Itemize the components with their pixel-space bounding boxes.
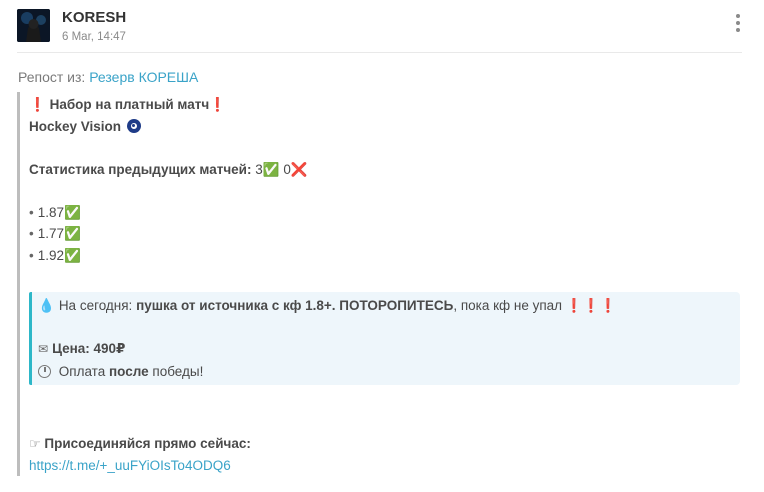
today-bold: пушка от источника с кф 1.8+. ПОТОРОПИТЕ… [136,298,454,313]
join-text: Присоединяйся прямо сейчас: [44,436,251,451]
subtitle-text: Hockey Vision [29,118,122,134]
message-body: ❗ Набор на платный матч❗ Hockey Vision С… [29,94,741,266]
repost-line: Репост из: Резерв КОРЕША [18,69,198,85]
clock-icon [38,364,51,378]
pay-bold: после [108,363,149,379]
post-date: 6 Mar, 14:47 [62,31,126,43]
pointing-hand-icon: ☞ [29,436,41,451]
exclamation-icon: ❗❗❗ [565,298,617,313]
odds-value: 1.77 [37,226,65,241]
payment-line: Оплата после победы! [38,361,616,383]
highlight-accent-bar [29,292,32,385]
check-icon: ✅ [64,226,81,241]
today-suffix: , пока кф не упал [453,298,563,313]
bullet: • [29,226,34,241]
repost-quote-bar [17,92,20,476]
header-divider [17,52,742,53]
stats-label: Статистика предыдущих матчей: [29,161,252,177]
pay-prefix: Оплата [58,363,106,379]
stats-losses: 0 [283,161,291,177]
drop-icon: 💧 [38,298,55,313]
today-prefix: На сегодня: [58,298,133,313]
invite-link[interactable]: https://t.me/+_uuFYiOIsTo4ODQ6 [29,458,231,473]
join-section: ☞ Присоединяйся прямо сейчас: https://t.… [29,433,251,476]
bullet: • [29,204,34,220]
odds-value: 1.87 [37,204,65,220]
list-item: • 1.77✅ [29,223,741,245]
cross-icon: ❌ [290,161,308,177]
odds-value: 1.92 [37,247,65,263]
list-item: • 1.92✅ [29,245,741,267]
check-icon: ✅ [64,247,81,263]
message-title: ❗ Набор на платный матч❗ [29,94,741,116]
envelope-icon: ✉ [38,342,49,356]
message-subtitle: Hockey Vision [29,116,741,138]
exclamation-icon: ❗ [209,97,226,112]
stats-line: Статистика предыдущих матчей: 3✅ 0❌ [29,159,741,181]
bullet: • [29,247,34,263]
highlight-block: 💧 На сегодня: пушка от источника с кф 1.8… [29,292,740,385]
join-line: ☞ Присоединяйся прямо сейчас: [29,433,251,455]
repost-prefix: Репост из: [18,69,86,85]
today-line: 💧 На сегодня: пушка от источника с кф 1.8… [38,295,616,317]
more-options-icon[interactable] [731,14,745,36]
author-name[interactable]: KORESH [62,9,126,26]
repost-source-link[interactable]: Резерв КОРЕША [89,69,198,85]
check-icon: ✅ [262,161,280,177]
pay-suffix: победы! [152,363,204,379]
check-icon: ✅ [64,204,81,220]
nazar-eye-icon [126,118,141,133]
avatar[interactable] [17,9,50,42]
price-line: ✉ Цена: 490₽ [38,338,616,361]
title-text: Набор на платный матч [49,97,210,112]
price-text: Цена: 490₽ [52,341,126,356]
exclamation-icon: ❗ [29,97,46,112]
stats-wins: 3 [255,161,263,177]
list-item: • 1.87✅ [29,202,741,224]
